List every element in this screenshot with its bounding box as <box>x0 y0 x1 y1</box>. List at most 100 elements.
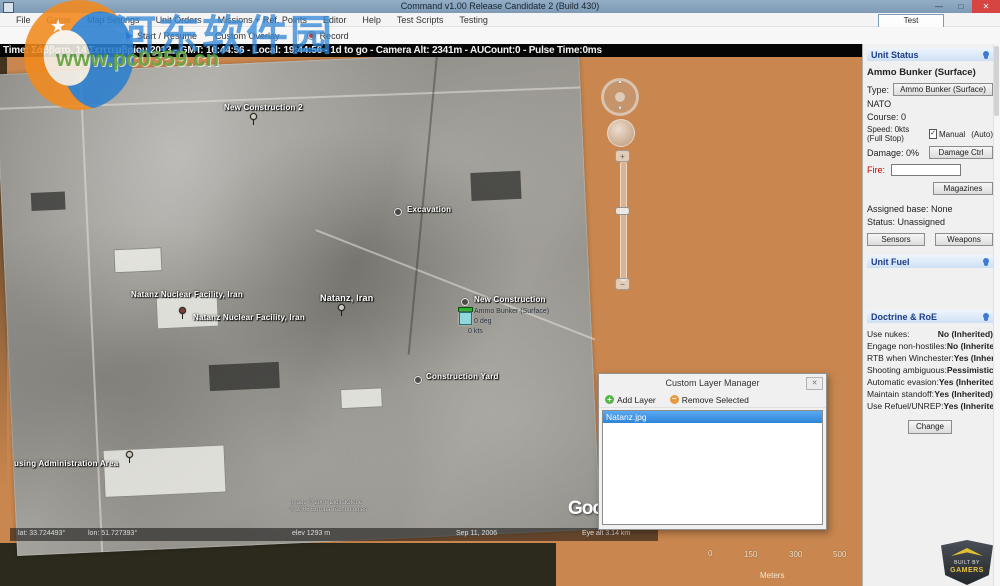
scale-tick-500: 500 <box>833 550 846 559</box>
star-icon: ★ <box>50 16 66 37</box>
doctrine-row: Engage non-hostiles: No (Inherited) <box>867 341 993 353</box>
zoom-in-button[interactable]: + <box>615 150 630 162</box>
imagery-building <box>113 247 162 273</box>
menu-item-testing[interactable]: Testing <box>451 13 496 27</box>
logo-text-line2: GAMERS <box>941 567 993 574</box>
layer-list[interactable]: Natanz.jpg <box>602 410 823 525</box>
doctrine-label: Use nukes: <box>867 329 910 341</box>
scale-tick-0: 0 <box>708 549 712 558</box>
doctrine-label: Use Refuel/UNREP: <box>867 401 944 413</box>
pin-icon[interactable] <box>983 313 989 319</box>
sidebar-scrollbar[interactable] <box>993 44 1000 586</box>
scale-tick-150: 150 <box>744 550 757 559</box>
map-pin <box>126 451 133 458</box>
zoom-slider-handle[interactable] <box>615 207 630 215</box>
imagery-building <box>103 444 227 497</box>
map-label-excavation: Excavation <box>407 205 451 214</box>
fire-label: Fire: <box>867 165 885 175</box>
map-label-new-construction: New Construction <box>474 295 546 304</box>
compass-north-arrow: ▲ <box>617 79 623 85</box>
scale-tick-300: 300 <box>789 550 802 559</box>
compass-center <box>615 92 625 102</box>
doctrine-value: Yes (Inherited) <box>939 377 993 389</box>
watermark-site-url: www.pc0359.cn <box>56 46 219 72</box>
doctrine-row: Use Refuel/UNREP: Yes (Inherited) <box>867 401 993 413</box>
unit-type-dropdown[interactable]: Ammo Bunker (Surface) <box>893 83 993 96</box>
unit-icon-ammo-bunker[interactable] <box>459 312 472 325</box>
unit-speed: Speed: 0kts (Full Stop) <box>867 125 925 143</box>
type-label: Type: <box>867 85 889 95</box>
minimize-button[interactable]: — <box>928 0 950 13</box>
imagery-road <box>315 229 595 340</box>
unit-fuel-header-label: Unit Fuel <box>871 257 910 267</box>
ge-status-strip: lat: 33.724493° lon: 51.727393° elev 129… <box>10 528 658 541</box>
scrollbar-thumb[interactable] <box>994 46 999 116</box>
damage-ctrl-button[interactable]: Damage Ctrl <box>929 146 993 159</box>
doctrine-row: Shooting ambiguous: Pessimistic (Inherit… <box>867 365 993 377</box>
auto-label: (Auto) <box>971 130 993 139</box>
remove-selected-label: Remove Selected <box>682 395 749 405</box>
magazines-button[interactable]: Magazines <box>933 182 993 195</box>
doctrine-row: Maintain standoff: Yes (Inherited) <box>867 389 993 401</box>
test-button[interactable]: Test <box>878 14 944 28</box>
doctrine-value: No (Inherited) <box>938 329 993 341</box>
imagery-attribution: Image © 2006 DigitalGlobe © 2006 Europa … <box>290 500 367 514</box>
zoom-slider[interactable] <box>620 161 627 281</box>
unit-status-header: Unit Status <box>867 48 993 61</box>
pan-control[interactable] <box>607 119 635 147</box>
logo-wing-icon <box>951 548 983 556</box>
longitude-readout: lon: 51.727393° <box>88 530 137 537</box>
unit-course: Course: 0 <box>867 112 993 122</box>
imagery-building <box>470 171 521 201</box>
map-marker <box>394 208 402 216</box>
doctrine-header: Doctrine & RoE <box>867 310 993 323</box>
imagery-building <box>340 387 383 409</box>
maximize-button[interactable]: □ <box>950 0 972 13</box>
unit-fuel-header: Unit Fuel <box>867 255 993 268</box>
unit-assignment-status: Status: Unassigned <box>867 217 993 227</box>
pin-icon[interactable] <box>983 258 989 264</box>
add-layer-button[interactable]: + Add Layer <box>605 395 656 405</box>
dialog-title: Custom Layer Manager <box>599 374 826 392</box>
map-marker <box>414 376 422 384</box>
imagery-road <box>79 71 103 553</box>
change-button[interactable]: Change <box>908 420 952 434</box>
close-button[interactable]: ✕ <box>972 0 1000 13</box>
logo-text-line1: BUILT BY <box>941 560 993 566</box>
attribution-line1: Image © 2006 DigitalGlobe <box>290 500 367 507</box>
unit-name: Ammo Bunker (Surface) <box>867 67 993 78</box>
doctrine-value: Yes (Inherited) <box>934 389 993 401</box>
assigned-base: Assigned base: None <box>867 204 993 214</box>
sensors-button[interactable]: Sensors <box>867 233 925 246</box>
scale-unit-label: Meters <box>760 571 784 580</box>
manual-checkbox[interactable]: ✓ <box>929 129 937 139</box>
manual-label: Manual <box>939 130 965 139</box>
remove-selected-button[interactable]: − Remove Selected <box>670 395 749 405</box>
unit-side: NATO <box>867 99 993 109</box>
unit-label-name: Ammo Bunker (Surface) <box>474 308 549 315</box>
dialog-close-button[interactable]: ✕ <box>806 377 823 390</box>
doctrine-value: Pessimistic (Inherited) <box>947 365 993 377</box>
compass-south-arrow: ▼ <box>617 106 623 112</box>
map-label-natanz-facility-2: Natanz Nuclear Facility, Iran <box>193 313 305 322</box>
weapons-button[interactable]: Weapons <box>935 233 993 246</box>
map-pin <box>338 304 345 311</box>
fire-input[interactable] <box>891 164 961 176</box>
doctrine-label: Maintain standoff: <box>867 389 934 401</box>
remove-icon: − <box>670 395 679 404</box>
doctrine-label: Shooting ambiguous: <box>867 365 947 377</box>
zoom-out-button[interactable]: − <box>615 278 630 290</box>
unit-status-header-label: Unit Status <box>871 50 919 60</box>
doctrine-label: RTB when Winchester: <box>867 353 954 365</box>
map-label-natanz-iran: Natanz, Iran <box>320 293 373 303</box>
unit-damage: Damage: 0% <box>867 148 919 158</box>
doctrine-value: No (Inherited) <box>947 341 993 353</box>
watermark: ★ 河东软件园 www.pc0359.cn <box>10 0 430 125</box>
pin-icon[interactable] <box>983 51 989 57</box>
elevation-readout: elev 1293 m <box>292 530 330 537</box>
doctrine-row: RTB when Winchester: Yes (Inherited) <box>867 353 993 365</box>
map-label-construction-yard: Construction Yard <box>426 372 499 381</box>
eye-altitude-readout: Eye alt 3.14 km <box>582 530 630 537</box>
layer-list-item-selected[interactable]: Natanz.jpg <box>603 411 822 423</box>
map-pin <box>179 307 186 314</box>
